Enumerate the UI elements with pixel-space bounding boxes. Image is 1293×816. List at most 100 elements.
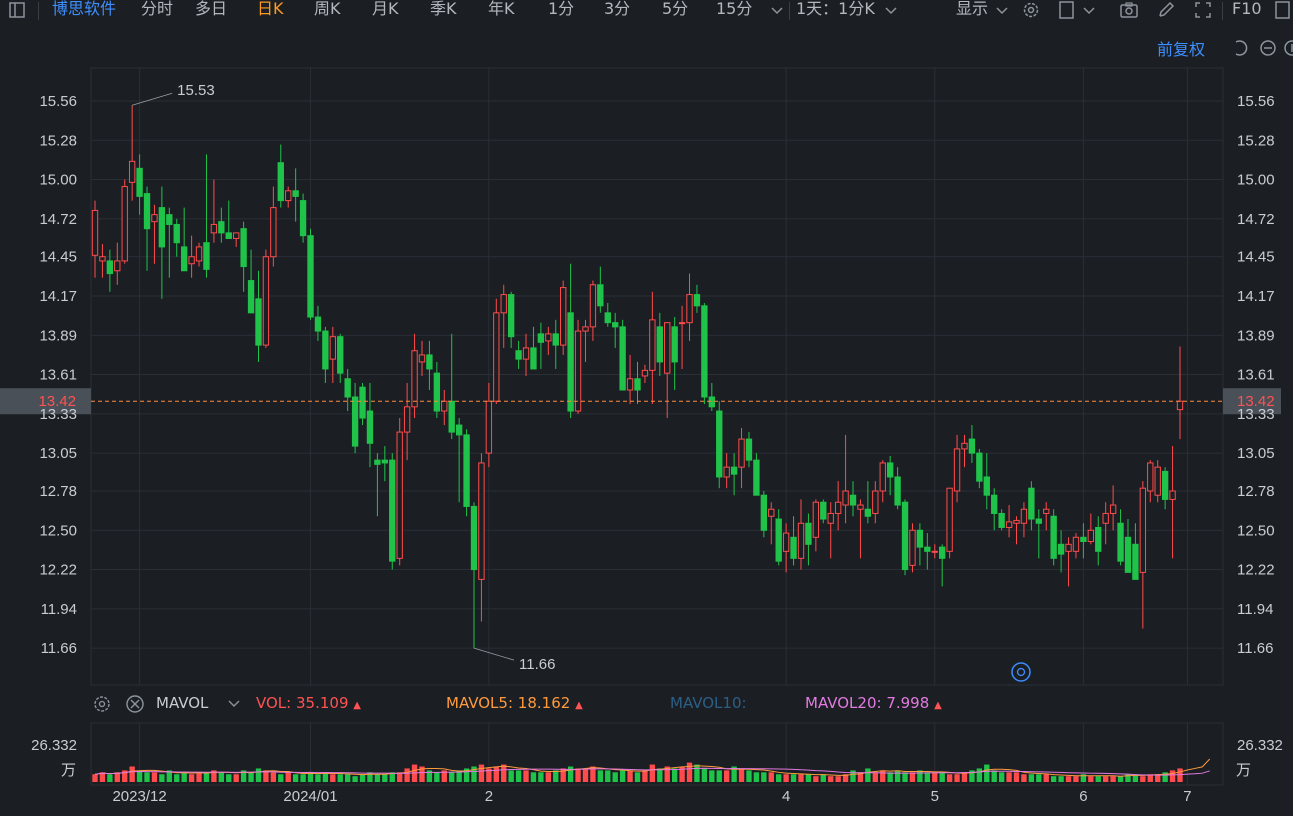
candle-body [946, 487, 953, 552]
volume-bars [92, 758, 1211, 782]
volume-bar [404, 768, 410, 782]
volume-bar [1110, 776, 1116, 782]
candle-body [961, 442, 968, 450]
candle-body [991, 494, 998, 514]
volume-bar [129, 766, 135, 782]
volume-bar [1006, 772, 1012, 782]
volume-bar [716, 770, 722, 782]
volume-bar [107, 774, 113, 782]
volume-bar [151, 772, 158, 782]
volume-bar [330, 774, 336, 782]
volume-bar [1140, 776, 1146, 782]
candle-body [1050, 515, 1057, 559]
candle-body [493, 312, 500, 402]
volume-bar [493, 766, 499, 782]
mavol5-value: 18.162 [517, 694, 571, 712]
up-arrow-icon: ▲ [353, 700, 361, 711]
candle-body [1028, 487, 1035, 520]
volume-bar [768, 772, 774, 782]
volume-bar [1021, 774, 1027, 782]
volume-bar [813, 776, 819, 782]
volume-bar [292, 774, 299, 782]
candle-body [1117, 522, 1124, 562]
candle-body [983, 476, 990, 496]
candle-body [656, 326, 663, 363]
candle-body [730, 466, 738, 475]
volume-bar [159, 774, 165, 782]
candle-body [1102, 512, 1109, 524]
volume-bar [790, 774, 797, 782]
volume-bar [553, 770, 559, 782]
candle-body [426, 354, 433, 370]
price-tick-label-right: 13.05 [1237, 445, 1275, 462]
volume-bar [1095, 776, 1101, 782]
volume-bar [805, 774, 812, 782]
up-arrow-icon: ▲ [934, 700, 942, 711]
volume-bar [359, 774, 366, 782]
mavol10-label: MAVOL10: [670, 694, 747, 712]
candle-body [708, 396, 715, 408]
indicator-name[interactable]: MAVOL [156, 694, 208, 712]
volume-bar [597, 770, 604, 782]
close-indicator-icon[interactable] [126, 695, 144, 713]
chevron-down-icon[interactable] [228, 700, 240, 707]
candle-body [1139, 487, 1147, 573]
candle-body [1132, 543, 1139, 580]
volume-bar [820, 774, 826, 782]
candle-body [753, 459, 760, 496]
candle-body [285, 190, 292, 202]
volume-bar [270, 772, 277, 782]
candle-body [842, 490, 849, 506]
vol-label: VOL: [256, 694, 292, 712]
candle-body [812, 501, 820, 538]
candle-body [649, 319, 656, 371]
candle-body [671, 326, 678, 363]
candle-body [411, 350, 418, 408]
candle-body [589, 284, 597, 328]
candle-body [128, 160, 136, 183]
volume-bar [136, 770, 143, 782]
volume-bar [248, 772, 254, 782]
candle-body [233, 232, 240, 239]
volume-bar [218, 772, 225, 782]
price-tick-label-left: 12.22 [39, 562, 77, 579]
candle-body [738, 438, 745, 468]
candle-body [292, 190, 299, 197]
volume-bar [344, 774, 351, 782]
mavol20-value: 7.998 [886, 694, 930, 712]
price-tick-label-left: 13.61 [39, 367, 77, 384]
volume-bar [605, 770, 611, 782]
volume-bar [627, 770, 633, 782]
volume-bar [917, 770, 923, 782]
candle-body [1154, 466, 1161, 496]
low-price-annotation: 11.66 [519, 656, 555, 673]
candle-body [515, 350, 522, 360]
candle-body [1161, 470, 1169, 500]
candle-body [396, 431, 403, 559]
candle-body [976, 452, 983, 482]
volume-bar [887, 772, 893, 782]
volume-bar [761, 772, 767, 782]
volume-bar [575, 768, 581, 782]
price-tick-label-left: 14.72 [39, 211, 77, 228]
candle-body [463, 434, 470, 507]
candle-body [790, 536, 797, 559]
mavol20-legend: MAVOL20: 7.998 ▲ [805, 694, 942, 712]
candle-body [827, 512, 834, 524]
candle-body [181, 246, 188, 272]
price-tick-label-left: 11.94 [41, 601, 77, 618]
candle-body [255, 298, 262, 346]
candle-body [894, 476, 901, 506]
candle-body [441, 400, 448, 412]
candle-body [864, 508, 872, 517]
price-tick-label-right: 15.56 [1237, 93, 1275, 110]
at-marker-icon[interactable] [1011, 662, 1031, 682]
candle-body [716, 410, 723, 478]
volume-bar [174, 774, 180, 782]
candle-body [701, 305, 708, 398]
candle-body [901, 501, 909, 571]
volume-bar [203, 772, 210, 782]
candle-body [329, 336, 336, 360]
volume-settings-icon[interactable] [94, 696, 110, 712]
candle-body [879, 462, 886, 492]
